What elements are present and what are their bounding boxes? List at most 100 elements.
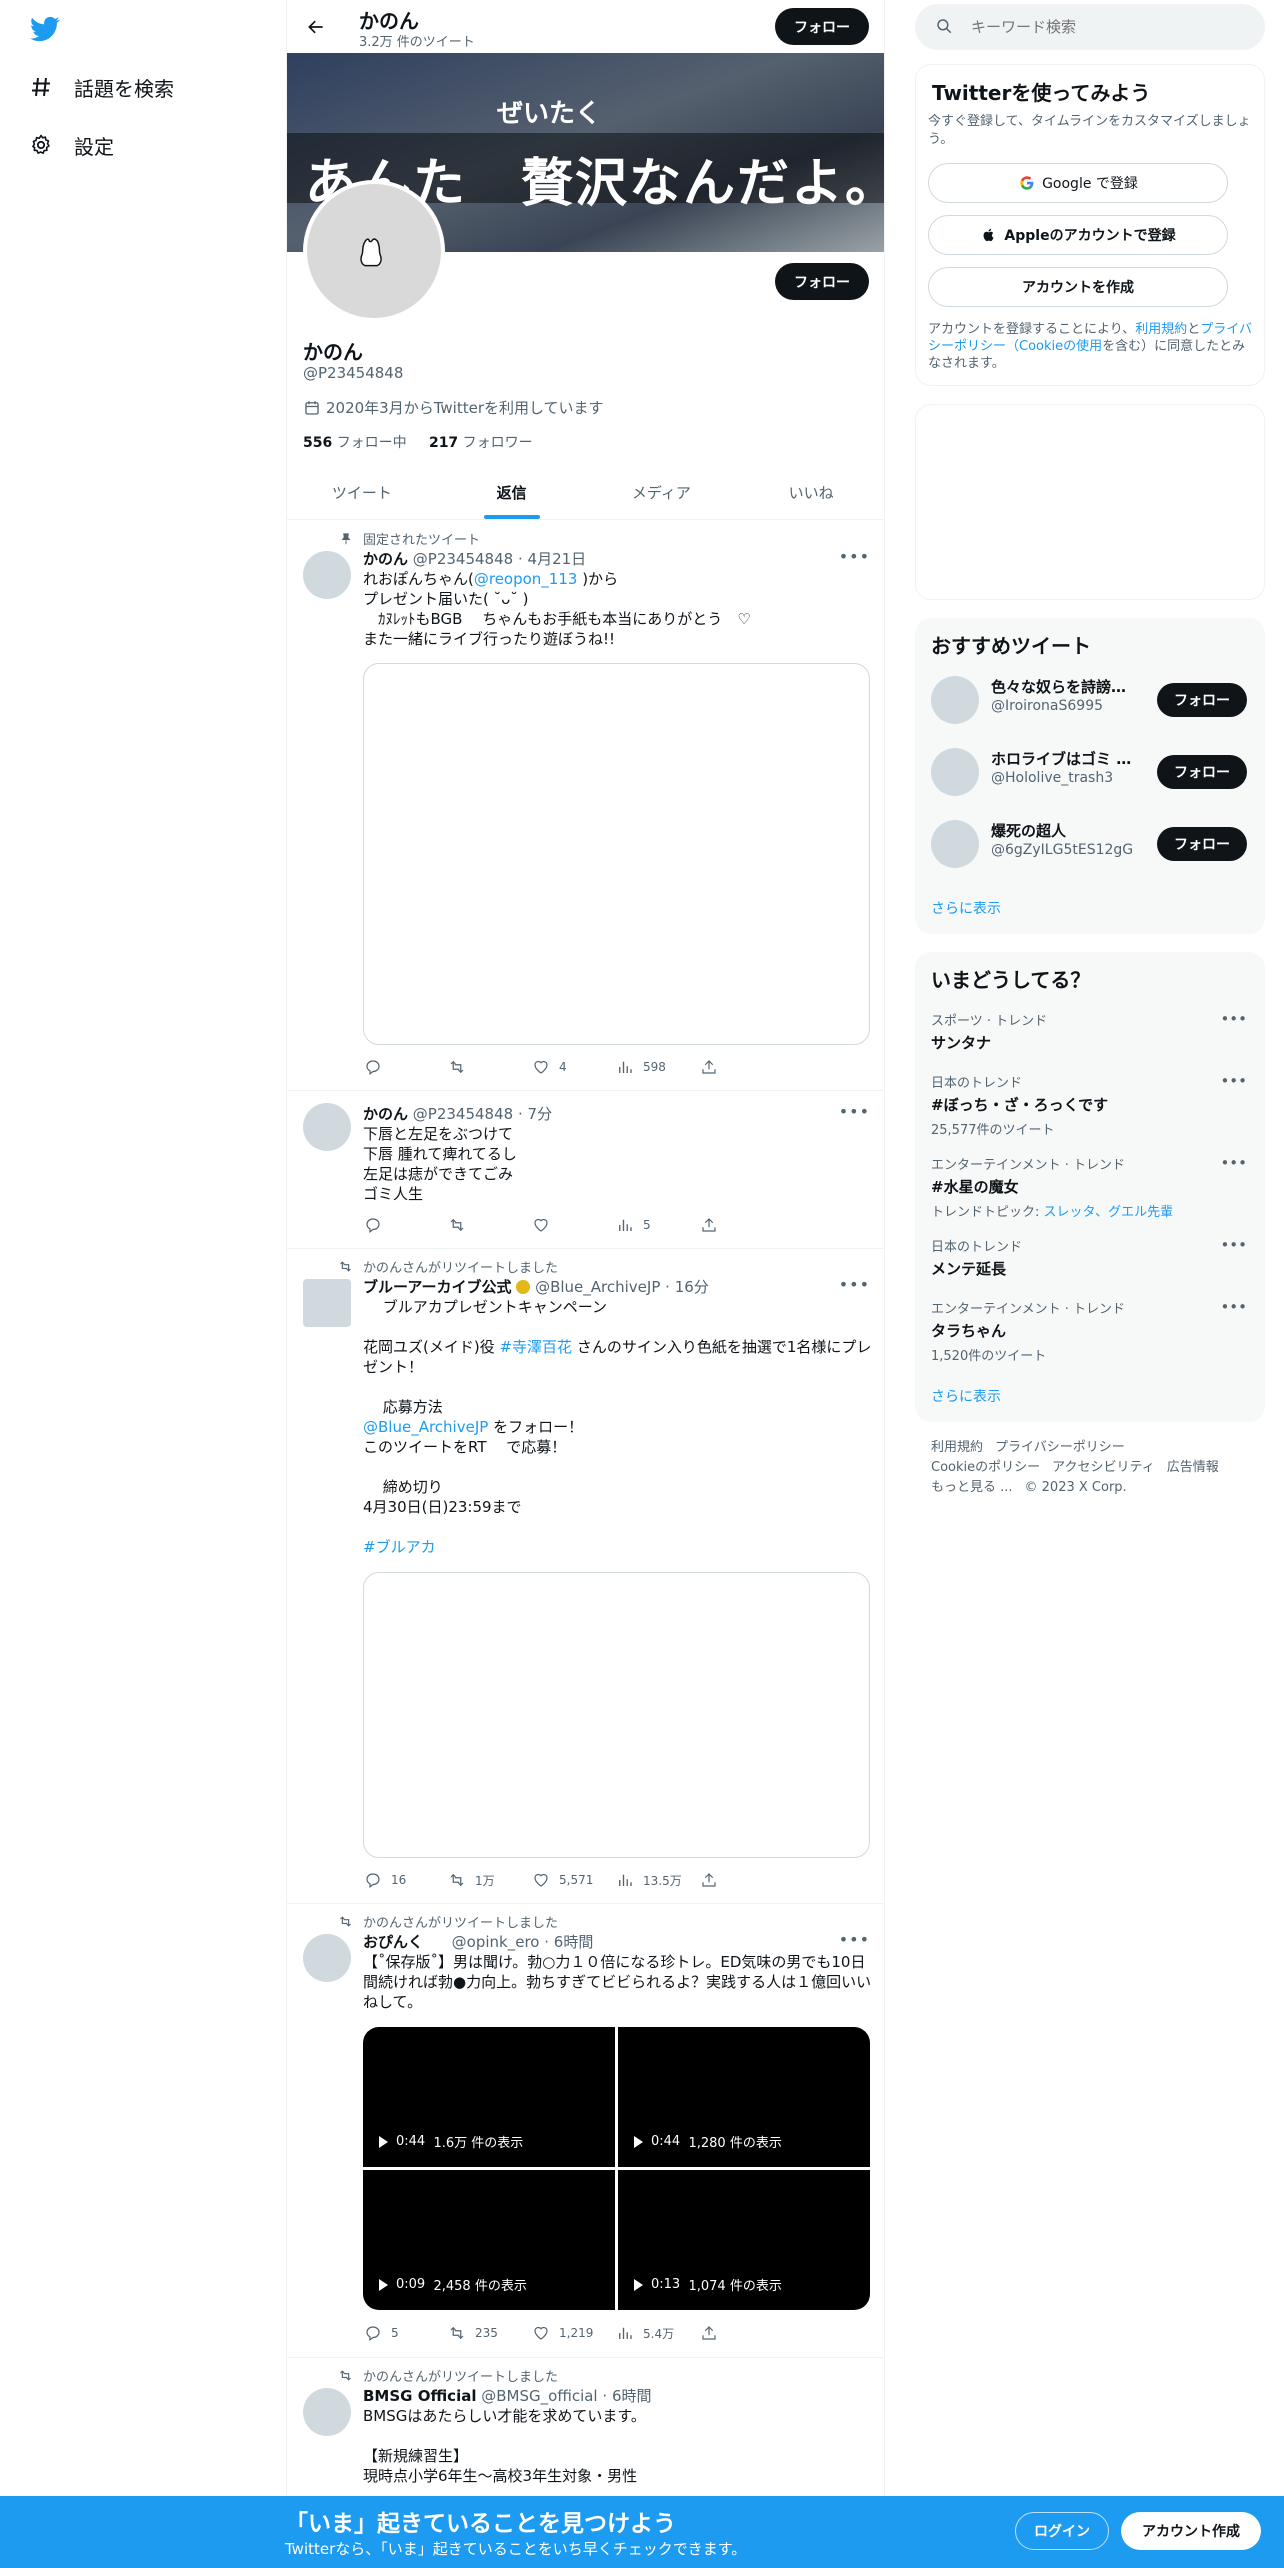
apple-signup-button[interactable]: Appleのアカウントで登録 [928,215,1228,255]
tweet-media[interactable] [363,1572,870,1858]
tweet-author-handle[interactable]: @P23454848 [413,1105,513,1123]
trend-item[interactable]: エンターテインメント · トレンド タラちゃん 1,520件のツイート ••• [931,1298,1247,1364]
signup-button[interactable]: アカウント作成 [1121,2512,1261,2550]
tweet-avatar[interactable] [303,2388,351,2436]
back-arrow-icon[interactable] [301,12,331,42]
recommended-user[interactable]: 色々な奴らを詩謗中傷する @IroironaS6995 フォロー [931,672,1247,728]
show-more-link[interactable]: さらに表示 [931,1386,1001,1406]
cookie-link[interactable]: Cookieの使用 [1019,339,1102,354]
following-link[interactable]: 556 フォロー中 [303,435,407,451]
tweet-avatar[interactable] [303,1279,351,1327]
follow-button[interactable]: フォロー [1157,683,1247,717]
follow-button[interactable]: フォロー [1157,755,1247,789]
views-button[interactable]: 13.5万 [615,1870,699,1890]
tweet-media[interactable] [363,663,870,1045]
create-account-button[interactable]: アカウントを作成 [928,267,1228,307]
share-button[interactable] [699,2323,783,2343]
more-icon[interactable]: ••• [1220,1236,1247,1254]
header-follow-button[interactable]: フォロー [775,8,869,45]
video-thumbnail[interactable]: 0:13 1,074 件の表示 [618,2170,870,2310]
hashtag-link[interactable]: #寺澤百花 [499,1338,572,1356]
twitter-logo-icon[interactable] [28,14,62,44]
recommended-user[interactable]: ホロライブはゴミ 3rd @Hololive_trash3 フォロー [931,744,1247,800]
tweet-time[interactable]: 6時間 [612,2387,652,2405]
more-icon[interactable]: ••• [839,1930,870,1949]
tweet-author-handle[interactable]: @Blue_ArchiveJP [535,1278,660,1296]
trend-item[interactable]: 日本のトレンド #ぼっち・ざ・ろっくです 25,577件のツイート ••• [931,1072,1247,1138]
more-icon[interactable]: ••• [1220,1072,1247,1090]
login-button[interactable]: ログイン [1015,2512,1109,2550]
video-thumbnail[interactable]: 0:09 2,458 件の表示 [363,2170,615,2310]
like-button[interactable]: 5,571 [531,1870,615,1890]
trend-topic-links[interactable]: スレッタ、グエル先輩 [1044,1205,1174,1220]
trend-item[interactable]: 日本のトレンド メンテ延長 ••• [931,1236,1247,1279]
like-button[interactable]: 1,219 [531,2323,615,2343]
tweet-author-name[interactable]: BMSG Official [363,2387,476,2405]
tweet-author-name[interactable]: おぴんく [363,1933,423,1951]
footer-terms-link[interactable]: 利用規約 [931,1440,983,1455]
mention-link[interactable]: @reopon_113 [474,570,578,588]
reply-button[interactable] [363,1057,447,1077]
reply-button[interactable] [363,1215,447,1235]
retweet-button[interactable] [447,1057,531,1077]
tab-likes[interactable]: いいね [736,466,884,519]
tweet-pinned[interactable]: 固定されたツイート かのん @P23454848 · 4月21日 ••• れおぽ… [287,521,884,1091]
tab-media[interactable]: メディア [587,466,737,519]
avatar[interactable] [931,676,979,724]
more-icon[interactable]: ••• [1220,1298,1247,1316]
mention-link[interactable]: @Blue_ArchiveJP [363,1418,488,1436]
tweet-author-name[interactable]: かのん [363,550,408,568]
footer-privacy-link[interactable]: プライバシーポリシー [995,1440,1125,1455]
tweet-author-name[interactable]: かのん [363,1105,408,1123]
recommended-user[interactable]: 爆死の超人 @6gZyILG5tES12gG フォロー [931,816,1247,872]
share-button[interactable] [699,1057,783,1077]
tweet-author-handle[interactable]: @opink_ero [452,1933,540,1951]
tweet-author-name[interactable]: ブルーアーカイブ公式 [363,1278,512,1296]
more-icon[interactable]: ••• [839,1102,870,1121]
tweet-time[interactable]: 6時間 [554,1933,594,1951]
views-button[interactable]: 5 [615,1215,699,1235]
tweet-retweeted[interactable]: かのんさんがリツイートしました おぴんく @opink_ero · 6時間 ••… [287,1904,884,2358]
views-button[interactable]: 598 [615,1057,699,1077]
tweet-author-handle[interactable]: @BMSG_official [481,2387,597,2405]
avatar[interactable] [931,748,979,796]
profile-avatar[interactable] [303,180,445,322]
share-button[interactable] [699,1870,783,1890]
avatar[interactable] [931,820,979,868]
more-icon[interactable]: ••• [1220,1010,1247,1028]
footer-more-link[interactable]: もっと見る ... [931,1480,1013,1495]
nav-explore[interactable]: 話題を検索 [28,67,174,107]
tweet-time[interactable]: 16分 [675,1278,709,1296]
more-icon[interactable]: ••• [1220,1154,1247,1172]
hashtag-link[interactable]: #ブルアカ [363,1537,873,1557]
google-signup-button[interactable]: Google で登録 [928,163,1228,203]
footer-cookie-link[interactable]: Cookieのポリシー [931,1460,1040,1475]
footer-accessibility-link[interactable]: アクセシビリティ [1052,1460,1155,1475]
show-more-link[interactable]: さらに表示 [931,898,1001,918]
nav-settings[interactable]: 設定 [28,125,114,165]
search-input[interactable] [971,18,1231,36]
followers-link[interactable]: 217 フォロワー [429,435,533,451]
footer-ads-link[interactable]: 広告情報 [1167,1460,1219,1475]
video-thumbnail[interactable]: 0:44 1,280 件の表示 [618,2027,870,2167]
tweet-author-handle[interactable]: @P23454848 [413,550,513,568]
reply-button[interactable]: 5 [363,2323,447,2343]
tab-replies[interactable]: 返信 [437,466,587,519]
share-button[interactable] [699,1215,783,1235]
more-icon[interactable]: ••• [839,547,870,566]
tweet-avatar[interactable] [303,551,351,599]
tweet-time[interactable]: 7分 [528,1105,553,1123]
tab-tweets[interactable]: ツイート [287,466,437,519]
trend-item[interactable]: スポーツ · トレンド サンタナ ••• [931,1010,1247,1053]
retweet-button[interactable]: 235 [447,2323,531,2343]
terms-link[interactable]: 利用規約 [1135,322,1187,337]
more-icon[interactable]: ••• [839,1275,870,1294]
profile-follow-button[interactable]: フォロー [775,263,869,300]
reply-button[interactable]: 16 [363,1870,447,1890]
search-bar[interactable] [915,4,1265,50]
like-button[interactable] [531,1215,615,1235]
retweet-button[interactable]: 1万 [447,1870,531,1890]
retweet-button[interactable] [447,1215,531,1235]
like-button[interactable]: 4 [531,1057,615,1077]
video-thumbnail[interactable]: 0:44 1.6万 件の表示 [363,2027,615,2167]
